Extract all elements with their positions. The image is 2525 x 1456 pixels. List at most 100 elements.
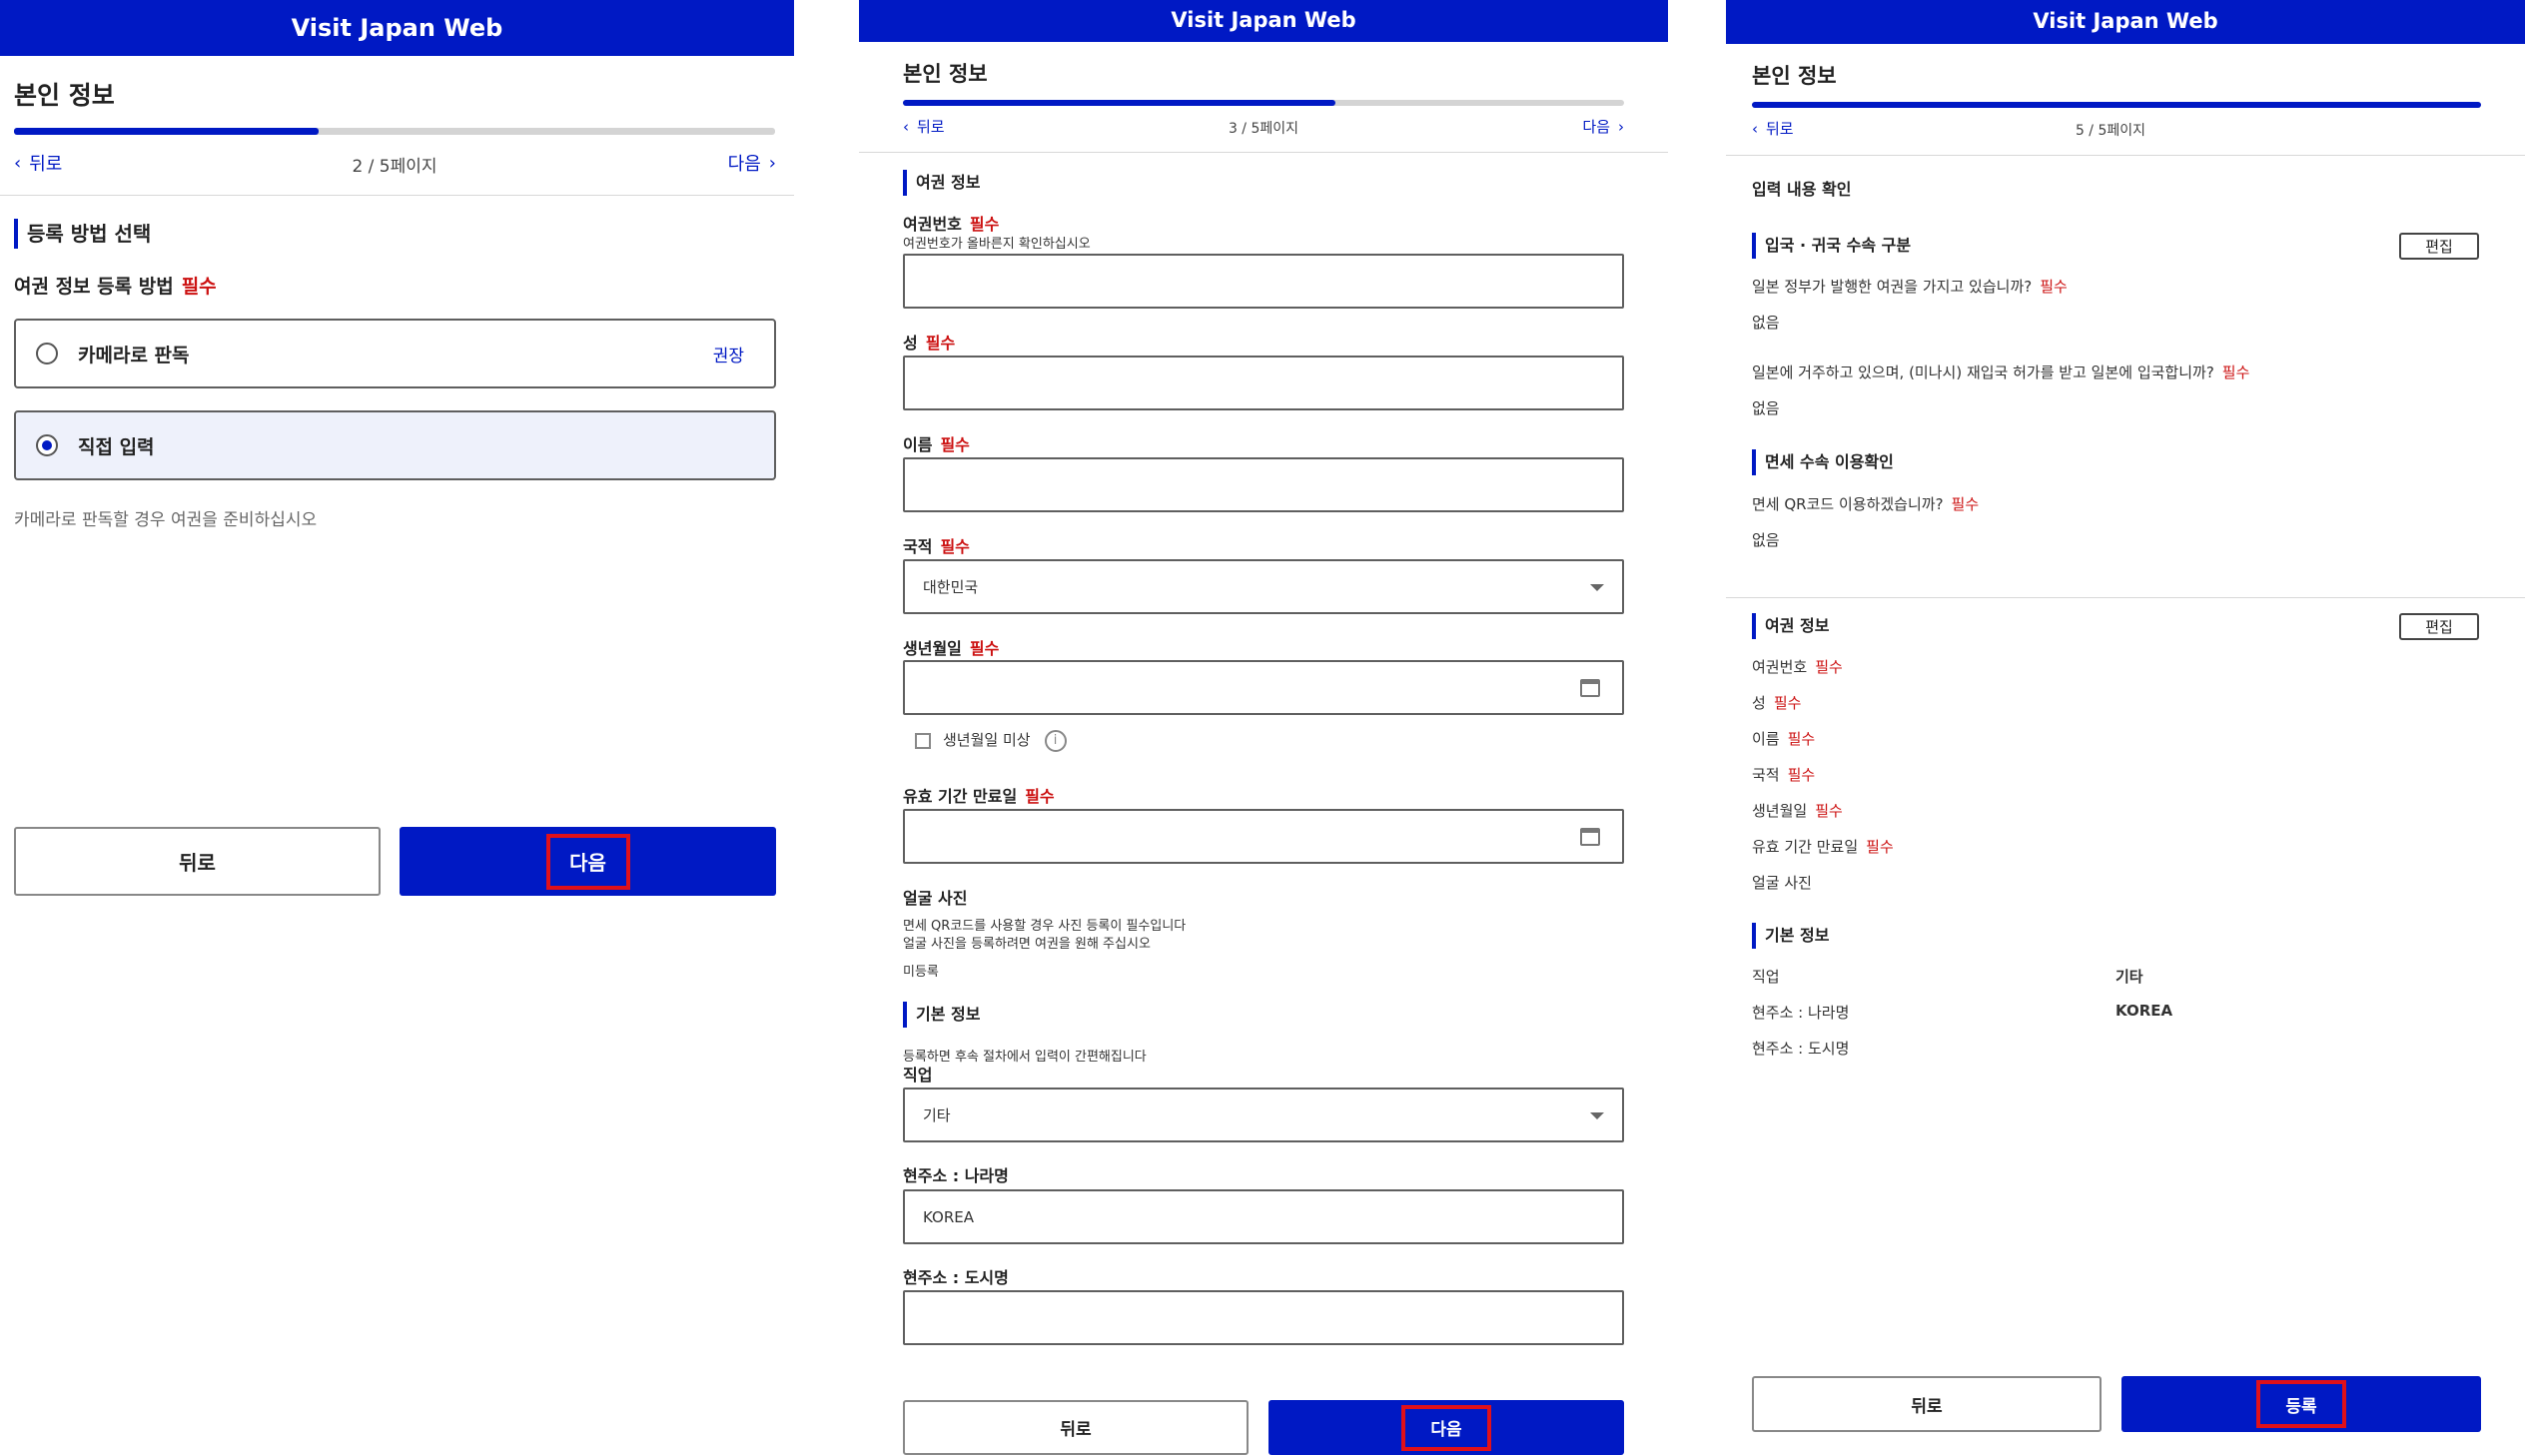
field-expiry: 유효 기간 만료일 필수 [1752,838,1894,856]
chevron-left-icon: ‹ [1752,119,1758,138]
photo-status: 미등록 [903,965,939,980]
submit-button[interactable]: 등록 [2121,1376,2481,1432]
field-photo: 얼굴 사진 [1752,874,1812,892]
field-nationality: 국적 필수 [1752,766,1816,784]
dob-unknown-checkbox[interactable] [915,732,931,749]
value-country: KOREA [2115,1002,2173,1020]
confirm-heading: 입력 내용 확인 [1752,180,1852,199]
surname-label: 성 필수 [903,334,956,353]
field-surname: 성 필수 [1752,694,1802,712]
next-button-label: 다음 [545,833,630,890]
section-header-passport: 여권 정보 [1752,613,1829,639]
progress-fill [903,100,1336,106]
question-reentry: 일본에 거주하고 있으며, (미나시) 재입국 허가를 받고 일본에 입국합니까… [1752,364,2250,381]
app-header: Visit Japan Web [859,0,1668,42]
progress-fill [1752,102,2481,108]
next-button[interactable]: 다음 [400,827,776,896]
radio-manual[interactable] [36,434,58,456]
expiry-label: 유효 기간 만료일 필수 [903,787,1055,806]
field-dob: 생년월일 필수 [1752,802,1843,820]
progress-bar [14,128,775,135]
back-button[interactable]: 뒤로 [903,1400,1249,1455]
back-link[interactable]: ‹ 뒤로 [903,116,945,137]
surname-input[interactable] [903,356,1624,410]
submit-button-label: 등록 [2256,1380,2346,1428]
back-button[interactable]: 뒤로 [14,827,381,896]
photo-label: 얼굴 사진 [903,889,968,908]
panel-step-2: Visit Japan Web 본인 정보 ‹ 뒤로 2 / 5페이지 다음 › 등… [0,0,794,1456]
question-jp-passport: 일본 정부가 발행한 여권을 가지고 있습니까? 필수 [1752,278,2068,296]
edit-passport-button[interactable]: 편집 [2399,613,2479,640]
section-header-basic: 기본 정보 [1752,923,1829,949]
answer-taxfree: 없음 [1752,531,1780,549]
question-taxfree: 면세 QR코드 이용하겠습니까? 필수 [1752,495,1980,513]
back-button[interactable]: 뒤로 [1752,1376,2102,1432]
answer-reentry: 없음 [1752,399,1780,417]
next-link[interactable]: 다음 › [1582,116,1624,137]
app-header: Visit Japan Web [0,0,794,56]
chevron-left-icon: ‹ [903,117,909,136]
photo-hint-1: 면세 QR코드를 사용할 경우 사진 등록이 필수입니다 [903,919,1187,934]
divider [859,152,1668,153]
dob-input[interactable] [903,660,1624,715]
dob-label: 생년월일 필수 [903,639,1000,658]
value-occupation: 기타 [2115,968,2143,986]
hint-text: 카메라로 판독할 경우 여권을 준비하십시오 [14,510,318,530]
panel-step-5: Visit Japan Web 본인 정보 ‹ 뒤로 5 / 5페이지 입력 내용… [1726,0,2525,1456]
option-manual[interactable]: 직접 입력 [14,410,776,480]
caret-down-icon [1590,1111,1604,1119]
option-camera[interactable]: 카메라로 판독 권장 [14,319,776,388]
expiry-input[interactable] [903,809,1624,864]
dob-unknown-row: 생년월일 미상 i [915,729,1067,752]
country-input[interactable]: KOREA [903,1189,1624,1244]
given-name-label: 이름 필수 [903,435,970,454]
panel-step-3: Visit Japan Web 본인 정보 ‹ 뒤로 3 / 5페이지 다음 › 여… [859,0,1668,1456]
occupation-select[interactable]: 기타 [903,1088,1624,1142]
section-header-passport: 여권 정보 [903,170,980,196]
radio-camera[interactable] [36,343,58,364]
chevron-right-icon: › [1618,117,1624,136]
page-indicator: 3 / 5페이지 [1228,121,1299,137]
method-label: 여권 정보 등록 방법 필수 [14,276,217,298]
field-country: 현주소 : 나라명 [1752,1004,1850,1022]
page-title: 본인 정보 [1752,64,1837,88]
field-city: 현주소 : 도시명 [1752,1040,1850,1058]
passport-hint: 여권번호가 올바른지 확인하십시오 [903,237,1091,252]
divider [1726,597,2525,598]
next-button[interactable]: 다음 [1268,1400,1624,1455]
field-occupation: 직업 [1752,968,1780,986]
section-header: 등록 방법 선택 [14,219,151,249]
section-header-basic: 기본 정보 [903,1002,980,1028]
field-passport-number: 여권번호 필수 [1752,658,1843,676]
calendar-icon[interactable] [1580,827,1600,846]
photo-hint-2: 얼굴 사진을 등록하려면 여권을 원해 주십시오 [903,937,1151,952]
occupation-label: 직업 [903,1066,933,1085]
page-title: 본인 정보 [903,62,988,86]
given-name-input[interactable] [903,457,1624,512]
recommended-badge: 권장 [712,346,744,366]
caret-down-icon [1590,583,1604,591]
app-header: Visit Japan Web [1726,0,2525,44]
next-button-label: 다음 [1401,1404,1491,1451]
page-indicator: 5 / 5페이지 [2075,123,2146,139]
divider [1726,155,2525,156]
basic-hint: 등록하면 후속 절차에서 입력이 간편해집니다 [903,1050,1147,1065]
answer-jp-passport: 없음 [1752,314,1780,332]
edit-entry-button[interactable]: 편집 [2399,233,2479,260]
country-label: 현주소 : 나라명 [903,1166,1009,1185]
passport-number-label: 여권번호 필수 [903,215,1000,234]
progress-bar [903,100,1624,106]
city-input[interactable] [903,1290,1624,1345]
section-header-entry: 입국 · 귀국 수속 구분 [1752,233,1911,259]
required-badge: 필수 [181,276,217,298]
nationality-label: 국적 필수 [903,537,970,556]
back-link[interactable]: ‹ 뒤로 [14,150,62,176]
progress-bar [1752,102,2481,108]
back-link[interactable]: ‹ 뒤로 [1752,118,1794,139]
divider [0,195,794,196]
calendar-icon[interactable] [1580,678,1600,697]
nationality-select[interactable]: 대한민국 [903,559,1624,614]
next-link[interactable]: 다음 › [728,150,776,176]
info-icon[interactable]: i [1044,729,1067,752]
passport-number-input[interactable] [903,254,1624,309]
